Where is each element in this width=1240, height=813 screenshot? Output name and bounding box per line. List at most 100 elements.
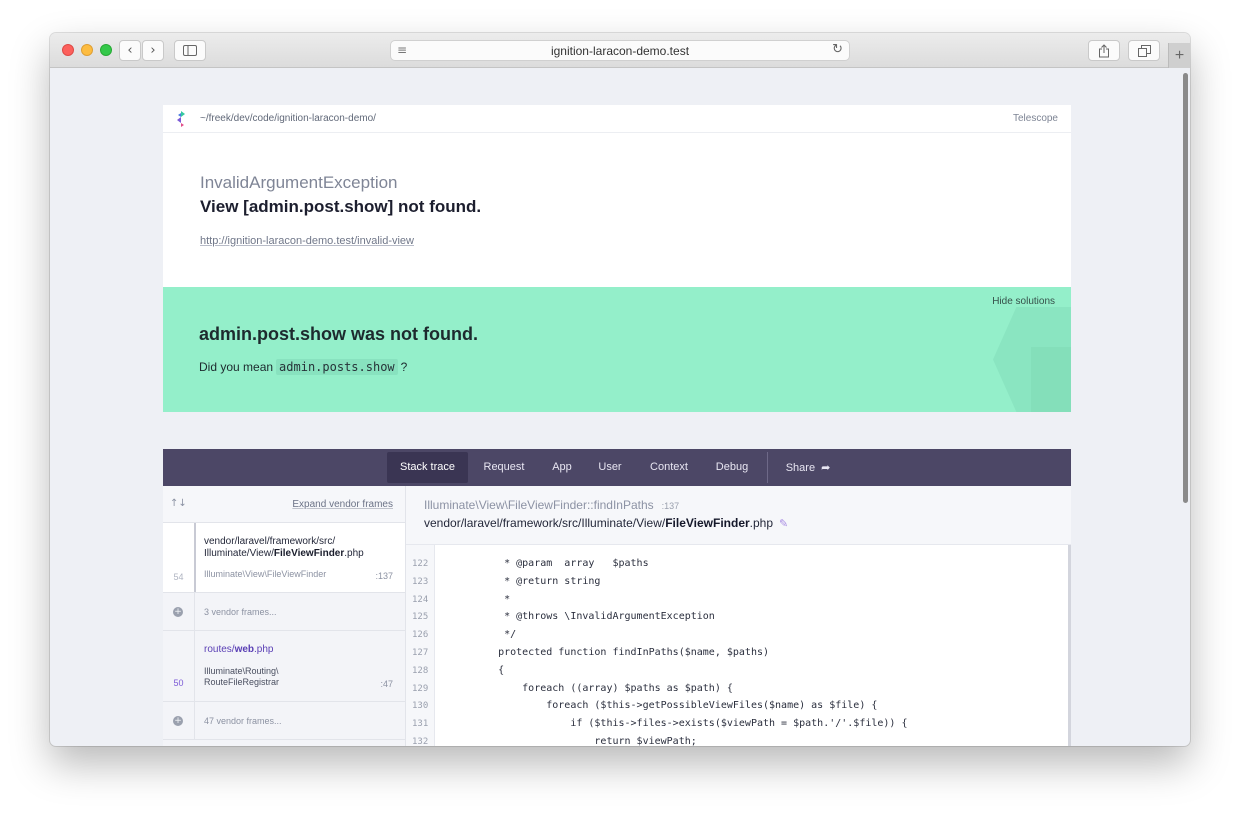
line-number: 128 (412, 665, 429, 676)
code-line: * (474, 593, 511, 605)
minimize-window-button[interactable] (81, 44, 93, 56)
line-number: 122 (412, 559, 429, 569)
stack-frames-panel: ↑↓ Expand vendor frames 54 vendor/larave… (163, 486, 406, 746)
line-number: 127 (412, 648, 429, 658)
back-button[interactable]: ‹ (119, 40, 141, 61)
frame-number: 50 (173, 678, 184, 688)
line-number: 132 (412, 737, 429, 746)
frame-gutter (194, 631, 195, 701)
stack-frame[interactable]: 50 routes/web.php Illuminate\Routing\ Ro… (163, 631, 405, 702)
telescope-link[interactable]: Telescope (1013, 113, 1058, 124)
share-arrow-icon: ➦ (821, 461, 831, 474)
forward-button[interactable]: › (142, 40, 164, 61)
code-line: foreach ((array) $paths as $path) { (474, 682, 733, 694)
frame-class: Illuminate\Routing\ RouteFileRegistrar (204, 666, 280, 687)
browser-window: ‹ › ≡ ignition-laracon-demo.test ↻ + ~/f… (50, 33, 1190, 746)
chevron-right-icon: › (150, 43, 156, 58)
frame-line: :137 (375, 571, 393, 581)
code-line: * @throws \InvalidArgumentException (474, 611, 715, 623)
tab-user[interactable]: User (590, 452, 630, 483)
tabs-nav: Stack trace Request App User Context Deb… (163, 449, 1071, 486)
line-number: 129 (412, 683, 429, 694)
tabs-separator (767, 452, 768, 483)
frame-line: :47 (380, 679, 393, 689)
code-line: * @return string (474, 575, 601, 587)
code-line: * @param array $paths (474, 558, 649, 569)
vendor-frames-group[interactable]: + 47 vendor frames... (163, 702, 405, 740)
method-line-ref: :137 (661, 501, 680, 511)
tabs-overview-button[interactable] (1128, 40, 1160, 61)
share-browser-button[interactable] (1088, 40, 1120, 61)
frame-method: Illuminate\View\FileViewFinder::findInPa… (424, 498, 680, 512)
solution-panel: Hide solutions admin.post.show was not f… (163, 287, 1071, 412)
code-line: foreach ($this->getPossibleViewFiles($na… (474, 700, 878, 712)
frame-file: vendor/laravel/framework/src/ Illuminate… (204, 536, 364, 559)
exception-message: View [admin.post.show] not found. (200, 197, 482, 216)
sidebar-toggle-button[interactable] (174, 40, 206, 61)
solution-description: Did you mean admin.posts.show ? (199, 359, 407, 375)
vendor-frames-label: 47 vendor frames... (204, 716, 282, 726)
exception-card: InvalidArgumentException View [admin.pos… (163, 133, 1071, 287)
reader-mode-icon[interactable]: ≡ (397, 43, 407, 57)
sort-frames-icon[interactable]: ↑↓ (170, 498, 187, 509)
code-header: Illuminate\View\FileViewFinder::findInPa… (406, 486, 1071, 545)
line-numbers-gutter: 122 123 124 125 126 127 128 129 130 131 132 (406, 545, 435, 746)
exception-url-link[interactable]: http://ignition-laracon-demo.test/invali… (200, 235, 414, 247)
tab-debug[interactable]: Debug (707, 452, 757, 483)
line-number: 131 (412, 719, 429, 730)
code-snippet: 122 123 124 125 126 127 128 129 130 131 132 * @par… (406, 545, 1071, 746)
project-path: ~/freek/dev/code/ignition-laracon-demo/ (200, 113, 376, 124)
frame-gutter (194, 593, 195, 630)
code-line: */ (474, 629, 517, 641)
code-line: protected function findInPaths($name, $p… (474, 647, 770, 658)
address-bar[interactable]: ≡ ignition-laracon-demo.test ↻ (390, 40, 850, 61)
tab-context[interactable]: Context (640, 452, 698, 483)
exception-class: InvalidArgumentException (200, 173, 398, 192)
solution-text-after: ? (400, 360, 408, 374)
frames-toolbar: ↑↓ Expand vendor frames (163, 486, 405, 523)
ignition-header: ~/freek/dev/code/ignition-laracon-demo/ … (163, 105, 1071, 133)
line-number: 130 (412, 701, 429, 712)
share-label: Share (785, 462, 816, 474)
vendor-frames-group[interactable]: + 3 vendor frames... (163, 593, 405, 631)
tabs-icon (1137, 44, 1151, 57)
new-tab-button[interactable]: + (1168, 43, 1190, 68)
solution-title: admin.post.show was not found. (199, 324, 478, 344)
line-number: 123 (412, 576, 429, 587)
stack-frame-selected[interactable]: 54 vendor/laravel/framework/src/ Illumin… (163, 523, 405, 593)
frame-gutter (194, 523, 196, 592)
solution-decoration-inner (1031, 347, 1071, 412)
line-number: 125 (412, 612, 429, 623)
close-window-button[interactable] (62, 44, 74, 56)
line-number: 124 (412, 594, 429, 605)
tab-app[interactable]: App (543, 452, 581, 483)
frame-file: routes/web.php (204, 644, 274, 655)
page-scrollbar[interactable] (1183, 73, 1188, 503)
solution-text-before: Did you mean (199, 360, 274, 374)
tab-share[interactable]: Share ➦ (777, 452, 839, 483)
ignition-logo-icon (177, 111, 185, 127)
expand-vendor-frames-button[interactable]: Expand vendor frames (292, 499, 393, 510)
vendor-frames-label: 3 vendor frames... (204, 607, 277, 617)
code-line: { (474, 664, 505, 676)
solution-suggestion: admin.posts.show (276, 359, 398, 375)
zoom-window-button[interactable] (100, 44, 112, 56)
address-text: ignition-laracon-demo.test (550, 43, 690, 58)
reload-icon[interactable]: ↻ (832, 42, 843, 57)
pencil-icon[interactable]: ✎ (779, 517, 788, 530)
code-file-path: vendor/laravel/framework/src/Illuminate/… (424, 516, 789, 530)
line-number: 126 (412, 630, 429, 641)
expand-plus-icon: + (173, 607, 183, 617)
share-icon (1099, 43, 1109, 57)
tab-request[interactable]: Request (475, 452, 533, 483)
hide-solutions-button[interactable]: Hide solutions (992, 296, 1055, 307)
expand-plus-icon: + (173, 716, 183, 726)
plus-icon: + (1174, 46, 1185, 64)
chevron-left-icon: ‹ (127, 43, 133, 58)
frame-gutter (194, 702, 195, 739)
frame-class: Illuminate\View\FileViewFinder (204, 569, 327, 579)
tab-stack-trace[interactable]: Stack trace (387, 452, 468, 483)
code-line: return $viewPath; (474, 736, 697, 746)
sidebar-icon (183, 45, 197, 56)
browser-titlebar: ‹ › ≡ ignition-laracon-demo.test ↻ + (50, 33, 1190, 68)
